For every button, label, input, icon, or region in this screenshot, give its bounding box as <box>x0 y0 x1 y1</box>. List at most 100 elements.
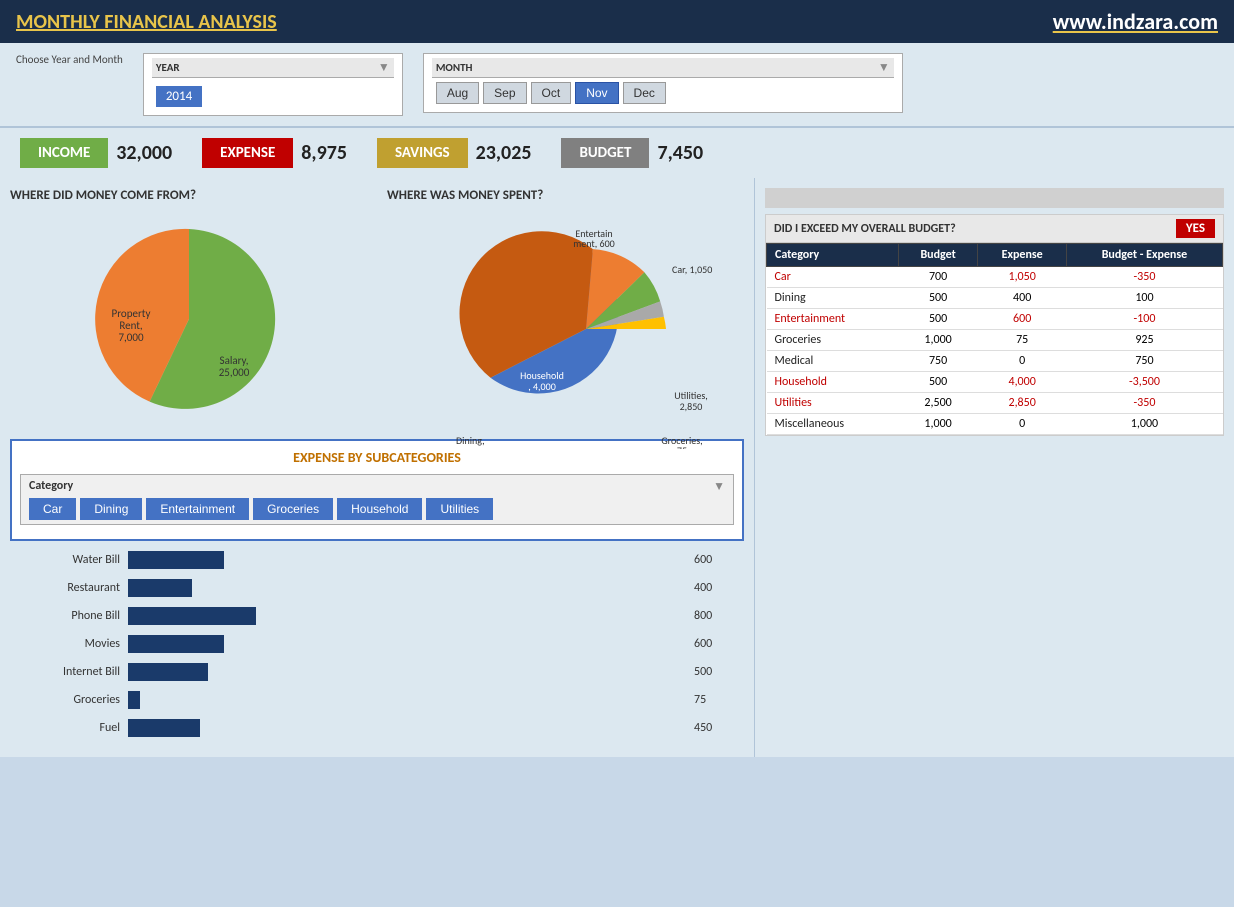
website-label: www.indzara.com <box>1053 8 1218 35</box>
col-category: Category <box>767 244 899 267</box>
month-dec[interactable]: Dec <box>623 82 666 104</box>
cell-expense: 600 <box>978 309 1067 330</box>
table-row: Groceries 1,000 75 925 <box>767 330 1223 351</box>
category-filter-icon[interactable]: ▼ <box>713 479 725 494</box>
main-content: WHERE DID MONEY COME FROM? Property Rent… <box>0 178 1234 757</box>
table-row: Car 700 1,050 -350 <box>767 267 1223 288</box>
year-value[interactable]: 2014 <box>156 86 202 107</box>
col-diff: Budget - Expense <box>1066 244 1222 267</box>
cat-car[interactable]: Car <box>29 498 76 520</box>
bar-row: Restaurant 400 <box>30 579 724 597</box>
choose-label: Choose Year and Month <box>16 53 123 67</box>
cell-diff: 1,000 <box>1066 414 1222 435</box>
cell-category: Car <box>767 267 899 288</box>
cell-expense: 0 <box>978 414 1067 435</box>
month-nov[interactable]: Nov <box>575 82 618 104</box>
bar-row: Movies 600 <box>30 635 724 653</box>
year-filter-icon[interactable]: ▼ <box>378 60 390 75</box>
budget-question: DID I EXCEED MY OVERALL BUDGET? <box>774 222 956 236</box>
savings-item: SAVINGS 23,025 <box>377 138 531 168</box>
cat-groceries[interactable]: Groceries <box>253 498 333 520</box>
cell-category: Groceries <box>767 330 899 351</box>
income-value: 32,000 <box>116 141 172 165</box>
bar-fill <box>128 607 256 625</box>
bar-label: Water Bill <box>30 553 120 567</box>
bar-label: Restaurant <box>30 581 120 595</box>
year-control-group: Choose Year and Month <box>16 53 123 67</box>
budget-section: DID I EXCEED MY OVERALL BUDGET? YES Cate… <box>765 214 1224 436</box>
expense-pie-container: Entertain ment, 600 Car, 1,050 Utilities… <box>446 209 686 429</box>
cell-budget: 750 <box>898 351 978 372</box>
bar-row: Internet Bill 500 <box>30 663 724 681</box>
month-aug[interactable]: Aug <box>436 82 479 104</box>
app-header: MONTHLY FINANCIAL ANALYSIS www.indzara.c… <box>0 0 1234 43</box>
month-label: MONTH <box>436 61 473 74</box>
income-pie-svg: Property Rent, 7,000 Salary, 25,000 <box>69 209 309 429</box>
bar-fill <box>128 635 224 653</box>
budget-tbody: Car 700 1,050 -350 Dining 500 400 100 En… <box>767 267 1223 435</box>
bar-track <box>128 579 680 597</box>
bar-chart-section: Water Bill 600 Restaurant 400 Phone Bill… <box>10 541 744 747</box>
cell-diff: 750 <box>1066 351 1222 372</box>
utilities-label2: 2,850 <box>679 400 702 413</box>
budget-value: 7,450 <box>657 141 703 165</box>
table-row: Dining 500 400 100 <box>767 288 1223 309</box>
month-sep[interactable]: Sep <box>483 82 526 104</box>
household-label2: , 4,000 <box>528 380 556 393</box>
bar-row: Groceries 75 <box>30 691 724 709</box>
budget-header-row: DID I EXCEED MY OVERALL BUDGET? YES <box>766 215 1223 243</box>
bar-track <box>128 691 680 709</box>
cell-category: Medical <box>767 351 899 372</box>
bar-label: Groceries <box>30 693 120 707</box>
income-pie-container: Property Rent, 7,000 Salary, 25,000 <box>69 209 309 429</box>
income-chart-title: WHERE DID MONEY COME FROM? <box>10 188 367 203</box>
subcategory-section: EXPENSE BY SUBCATEGORIES Category ▼ Car … <box>10 439 744 541</box>
cat-household[interactable]: Household <box>337 498 422 520</box>
cat-entertainment[interactable]: Entertainment <box>146 498 249 520</box>
category-buttons: Car Dining Entertainment Groceries House… <box>29 498 725 520</box>
expense-chart-section: WHERE WAS MONEY SPENT? <box>387 188 744 429</box>
cell-category: Utilities <box>767 393 899 414</box>
cell-diff: 925 <box>1066 330 1222 351</box>
app-title: MONTHLY FINANCIAL ANALYSIS <box>16 10 277 34</box>
cell-expense: 2,850 <box>978 393 1067 414</box>
top-controls: Choose Year and Month YEAR ▼ 2014 MONTH … <box>0 43 1234 128</box>
income-item: INCOME 32,000 <box>20 138 172 168</box>
bar-label: Phone Bill <box>30 609 120 623</box>
cell-category: Miscellaneous <box>767 414 899 435</box>
entertain-label2: ment, 600 <box>573 237 614 250</box>
year-control-box: YEAR ▼ 2014 <box>143 53 403 116</box>
car-label: Car, 1,050 <box>672 263 712 276</box>
right-panel: DID I EXCEED MY OVERALL BUDGET? YES Cate… <box>754 178 1234 757</box>
left-panel: WHERE DID MONEY COME FROM? Property Rent… <box>0 178 754 757</box>
bar-row: Phone Bill 800 <box>30 607 724 625</box>
cell-diff: -350 <box>1066 393 1222 414</box>
table-header-row: Category Budget Expense Budget - Expense <box>767 244 1223 267</box>
cell-budget: 500 <box>898 288 978 309</box>
dining-label: Dining, <box>456 434 485 447</box>
income-chart-section: WHERE DID MONEY COME FROM? Property Rent… <box>10 188 367 429</box>
expense-label: EXPENSE <box>202 138 293 168</box>
cell-expense: 0 <box>978 351 1067 372</box>
cell-budget: 500 <box>898 309 978 330</box>
table-row: Miscellaneous 1,000 0 1,000 <box>767 414 1223 435</box>
cell-budget: 700 <box>898 267 978 288</box>
groceries-label2: 75 <box>676 444 686 449</box>
month-oct[interactable]: Oct <box>531 82 572 104</box>
cell-diff: -100 <box>1066 309 1222 330</box>
month-filter-icon[interactable]: ▼ <box>878 60 890 75</box>
bar-fill <box>128 551 224 569</box>
cell-category: Dining <box>767 288 899 309</box>
bar-row: Fuel 450 <box>30 719 724 737</box>
cell-budget: 2,500 <box>898 393 978 414</box>
cell-diff: 100 <box>1066 288 1222 309</box>
cell-budget: 500 <box>898 372 978 393</box>
bar-value: 600 <box>694 553 724 567</box>
savings-value: 23,025 <box>476 141 532 165</box>
col-expense: Expense <box>978 244 1067 267</box>
cat-dining[interactable]: Dining <box>80 498 142 520</box>
cat-utilities[interactable]: Utilities <box>426 498 493 520</box>
cell-category: Entertainment <box>767 309 899 330</box>
rent-value: 7,000 <box>118 331 143 344</box>
bar-track <box>128 635 680 653</box>
